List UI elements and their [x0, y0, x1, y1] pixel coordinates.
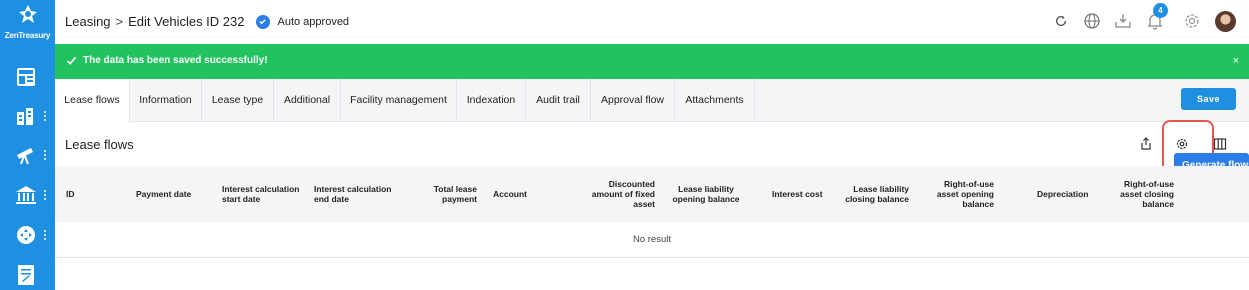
- column-header-total-payment[interactable]: Total lease payment: [419, 166, 477, 222]
- status-text: Auto approved: [277, 15, 350, 28]
- tab-indexation[interactable]: Indexation: [457, 79, 526, 121]
- column-header-discounted-amount[interactable]: Discounted amount of fixed asset: [580, 166, 655, 222]
- inbox-download-icon[interactable]: [1114, 12, 1132, 30]
- refresh-icon[interactable]: [1054, 14, 1068, 28]
- avatar[interactable]: [1215, 11, 1236, 32]
- logo-text: ZenTreasury: [4, 31, 51, 40]
- column-header-id[interactable]: ID: [66, 166, 106, 222]
- column-header-interest-start[interactable]: Interest calculation start date: [222, 166, 300, 222]
- column-header-rou-opening[interactable]: Right-of-use asset opening balance: [924, 166, 994, 222]
- tab-approval-flow[interactable]: Approval flow: [591, 79, 675, 121]
- more-dots-icon[interactable]: [43, 148, 47, 162]
- more-dots-icon[interactable]: [43, 188, 47, 202]
- success-banner: The data has been saved successfully! ×: [55, 44, 1249, 79]
- tab-bar: Lease flows Information Lease type Addit…: [55, 79, 1249, 122]
- empty-state-text: No result: [632, 234, 671, 245]
- column-header-interest-end[interactable]: Interest calculation end date: [314, 166, 392, 222]
- tab-audit-trail[interactable]: Audit trail: [526, 79, 591, 121]
- column-header-interest-cost[interactable]: Interest cost: [772, 166, 832, 222]
- tab-information[interactable]: Information: [130, 79, 202, 121]
- column-header-liability-opening[interactable]: Lease liability opening balance: [666, 166, 746, 222]
- breadcrumb: Leasing > Edit Vehicles ID 232 Auto appr…: [65, 14, 349, 29]
- columns-icon[interactable]: [1213, 137, 1227, 151]
- export-icon[interactable]: [1139, 137, 1153, 151]
- tab-lease-flows[interactable]: Lease flows: [55, 79, 130, 122]
- notification-badge: 4: [1153, 3, 1168, 18]
- check-circle-icon: [255, 14, 270, 29]
- banner-text: The data has been saved successfully!: [83, 55, 268, 66]
- document-edit-icon[interactable]: [14, 263, 38, 287]
- sidebar: ZenTreasury: [0, 0, 55, 290]
- column-header-account[interactable]: Account: [493, 166, 553, 222]
- section-header: Lease flows Generate flows: [55, 120, 1249, 182]
- save-button[interactable]: Save: [1181, 88, 1236, 110]
- table-header: ID Payment date Interest calculation sta…: [55, 166, 1249, 222]
- logo-icon: [18, 5, 37, 23]
- globe-icon[interactable]: [1083, 12, 1101, 30]
- tab-facility-management[interactable]: Facility management: [341, 79, 457, 121]
- column-header-liability-closing[interactable]: Lease liability closing balance: [839, 166, 909, 222]
- bank-icon[interactable]: [14, 183, 38, 207]
- move-arrows-icon[interactable]: [14, 223, 38, 247]
- dashboard-icon[interactable]: [14, 65, 38, 89]
- more-dots-icon[interactable]: [43, 228, 47, 242]
- telescope-icon[interactable]: [14, 143, 38, 167]
- checkmark-icon: [66, 56, 77, 65]
- table-body: No result: [55, 222, 1249, 258]
- tab-additional[interactable]: Additional: [274, 79, 341, 121]
- page-title: Edit Vehicles ID 232: [128, 14, 245, 29]
- banner-message: The data has been saved successfully!: [66, 55, 268, 66]
- breadcrumb-separator: >: [115, 14, 124, 29]
- building-chart-icon[interactable]: [14, 104, 38, 128]
- tab-lease-type[interactable]: Lease type: [202, 79, 274, 121]
- tab-attachments[interactable]: Attachments: [675, 79, 755, 121]
- column-header-depreciation[interactable]: Depreciation: [1037, 166, 1097, 222]
- more-dots-icon[interactable]: [43, 109, 47, 123]
- settings-icon[interactable]: [1183, 12, 1201, 30]
- logo[interactable]: ZenTreasury: [0, 4, 55, 40]
- breadcrumb-leasing[interactable]: Leasing: [65, 14, 111, 29]
- column-header-payment-date[interactable]: Payment date: [136, 166, 206, 222]
- section-title: Lease flows: [65, 137, 134, 152]
- column-header-rou-closing[interactable]: Right-of-use asset closing balance: [1104, 166, 1174, 222]
- close-icon[interactable]: ×: [1233, 55, 1239, 67]
- top-bar: Leasing > Edit Vehicles ID 232 Auto appr…: [55, 0, 1249, 44]
